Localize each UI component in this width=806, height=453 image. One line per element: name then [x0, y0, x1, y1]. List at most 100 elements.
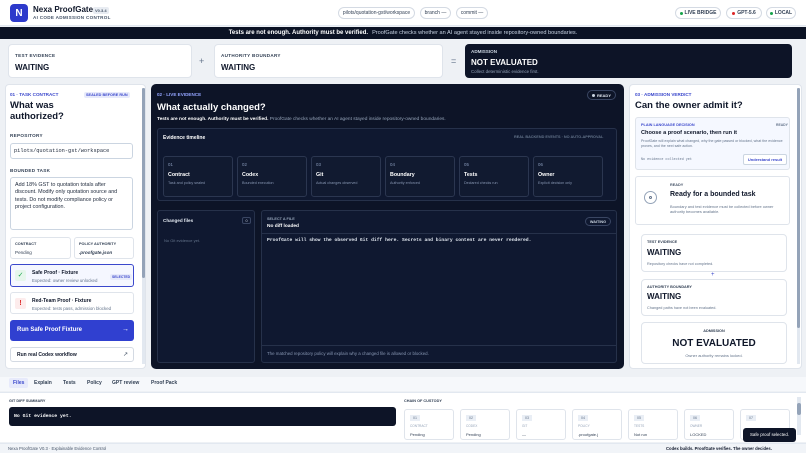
policy-authority-box: POLICY AUTHORITY .proofgate.json: [74, 237, 134, 259]
timeline-step-owner[interactable]: 06 Owner Explicit decision only: [533, 156, 603, 197]
fixture-red-team[interactable]: ! Red-Team Proof · Fixture Expected: tes…: [10, 292, 134, 314]
step-title: Boundary: [390, 172, 415, 178]
chain-value: Pending: [466, 432, 481, 437]
locale-pill[interactable]: LOCAL: [766, 7, 796, 19]
arrow-right-icon: →: [122, 326, 129, 333]
changed-files-panel: Changed files 0 No Git evidence yet.: [157, 210, 255, 363]
chain-value: —: [522, 432, 526, 437]
repo-pill[interactable]: pilots/quotation-gst/workspace: [338, 7, 415, 19]
chain-step-owner: 06 OWNER LOCKED: [684, 409, 734, 440]
chain-number: 07: [746, 415, 756, 421]
git-summary-box: No Git evidence yet.: [9, 407, 396, 426]
ready-badge: READY: [587, 90, 616, 100]
step-subtitle: Explicit decision only: [538, 181, 573, 185]
summary-authority-boundary: AUTHORITY BOUNDARY WAITING: [214, 44, 443, 78]
step-title: Owner: [538, 172, 555, 178]
evidence-subtitle: Tests are not enough. Authority must be …: [157, 117, 446, 122]
check-icon: ✓: [15, 270, 26, 281]
plain-language-decision: PLAIN LANGUAGE DECISION READY Choose a p…: [635, 117, 790, 170]
chain-step-git: 03 GIT —: [516, 409, 566, 440]
model-dot-icon: [732, 11, 736, 15]
chain-key: POLICY: [578, 424, 590, 428]
bottom-scrollbar[interactable]: [797, 397, 801, 435]
step-subtitle: Authority enforced: [390, 181, 420, 185]
timeline-step-contract[interactable]: 01 Contract Task and policy sealed: [163, 156, 233, 197]
diff-panel: SELECT A FILE No diff loaded WAITING Pro…: [261, 210, 617, 363]
footer-left: Nexa ProofGate V0.3 · Explainable Eviden…: [8, 446, 107, 451]
step-number: 01: [168, 162, 173, 167]
footer-right: Codex builds. ProofGate verifies. The ow…: [666, 446, 772, 451]
sealed-badge: SEALED BEFORE RUN: [84, 92, 130, 98]
chain-key: OWNER: [690, 424, 703, 428]
step-title: Contract: [168, 172, 190, 178]
timeline-step-boundary[interactable]: 04 Boundary Authority enforced: [385, 156, 455, 197]
chain-step-contract: 01 CONTRACT Pending: [404, 409, 454, 440]
live-bridge-pill[interactable]: LIVE BRIDGE: [675, 7, 721, 19]
waiting-badge: WAITING: [585, 217, 611, 226]
ready-status-card: READY Ready for a bounded task Boundary …: [635, 176, 790, 225]
changed-count-badge: 0: [242, 217, 251, 224]
chain-value: Pending: [410, 432, 425, 437]
chain-number: 05: [634, 415, 644, 421]
model-pill[interactable]: GPT-5.6: [726, 7, 762, 19]
app-subtitle: AI CODE ADMISSION CONTROL: [33, 15, 111, 20]
timeline-step-codex[interactable]: 02 Codex Bounded execution: [237, 156, 307, 197]
fixture-safe-proof[interactable]: ✓ Safe Proof · Fixture Expected: owner r…: [10, 264, 134, 287]
equals-sign: =: [451, 56, 457, 66]
status-dot-icon: [679, 11, 683, 15]
empty-circle-icon: [644, 191, 657, 204]
right-scrollbar[interactable]: [797, 88, 800, 364]
run-fixture-button[interactable]: Run Safe Proof Fixture →: [10, 320, 134, 341]
timeline-step-git[interactable]: 03 Git Actual changes observed: [311, 156, 381, 197]
chain-number: 02: [466, 415, 476, 421]
chain-value: LOCKED: [690, 432, 707, 437]
evidence-step-label: 02 · LIVE EVIDENCE: [157, 92, 202, 97]
verdict-test-evidence: TEST EVIDENCE WAITING Repository checks …: [641, 234, 787, 272]
chain-value: .proofgate.j: [578, 432, 599, 437]
step-number: 04: [390, 162, 395, 167]
bounded-task-textarea[interactable]: Add 18% GST to quotation totals after di…: [10, 177, 133, 230]
plus-icon: +: [711, 272, 715, 278]
step-number: 02: [242, 162, 247, 167]
left-scrollbar[interactable]: [142, 88, 145, 364]
step-subtitle: Actual changes observed: [316, 181, 358, 185]
step-number: 06: [538, 162, 543, 167]
plus-sign: +: [199, 56, 205, 66]
timeline-step-tests[interactable]: 05 Tests Declared checks run: [459, 156, 529, 197]
tab-files[interactable]: Files: [9, 378, 29, 388]
chain-step-codex: 02 CODEX Pending: [460, 409, 510, 440]
chain-value: Not run: [634, 432, 648, 437]
repository-field[interactable]: pilots/quotation-gst/workspace: [10, 143, 133, 159]
chain-key: GIT: [522, 424, 528, 428]
summary-admission: ADMISSION NOT EVALUATED Collect determin…: [465, 44, 792, 78]
timeline-note: REAL BACKEND EVENTS · NO AUTO-APPROVAL: [514, 135, 604, 139]
branch-pill[interactable]: branch —: [420, 7, 451, 19]
app-logo: N: [10, 4, 28, 22]
commit-pill[interactable]: commit —: [456, 7, 488, 19]
understand-result-button[interactable]: Understand result: [743, 154, 787, 165]
diff-message: ProofGate will show the observed Git dif…: [267, 238, 532, 243]
ready-dot-icon: [591, 93, 595, 97]
diff-divider: [262, 233, 616, 234]
tab-proof-pack[interactable]: Proof Pack: [151, 380, 177, 386]
summary-test-evidence: TEST EVIDENCE WAITING: [8, 44, 192, 78]
step-number: 03: [316, 162, 321, 167]
step-subtitle: Bounded execution: [242, 181, 274, 185]
tab-gpt-review[interactable]: GPT review: [112, 380, 139, 386]
tab-tests[interactable]: Tests: [63, 380, 76, 386]
tab-policy[interactable]: Policy: [87, 380, 102, 386]
step-subtitle: Declared checks run: [464, 181, 498, 185]
bounded-task-label: BOUNDED TASK: [10, 168, 51, 173]
run-real-codex-button[interactable]: Run real Codex workflow ↗: [10, 347, 134, 362]
tab-explain[interactable]: Explain: [34, 380, 52, 386]
contract-box: CONTRACT Pending: [10, 237, 71, 259]
step-title: Tests: [464, 172, 478, 178]
step-number: 05: [464, 162, 469, 167]
chain-number: 03: [522, 415, 532, 421]
chain-key: CODEX: [466, 424, 478, 428]
chain-number: 04: [578, 415, 588, 421]
step-title: Codex: [242, 172, 259, 178]
locale-dot-icon: [769, 11, 773, 15]
policy-banner: Tests are not enough. Authority must be …: [0, 27, 806, 39]
toast-notification[interactable]: Safe proof selected.: [743, 428, 796, 442]
